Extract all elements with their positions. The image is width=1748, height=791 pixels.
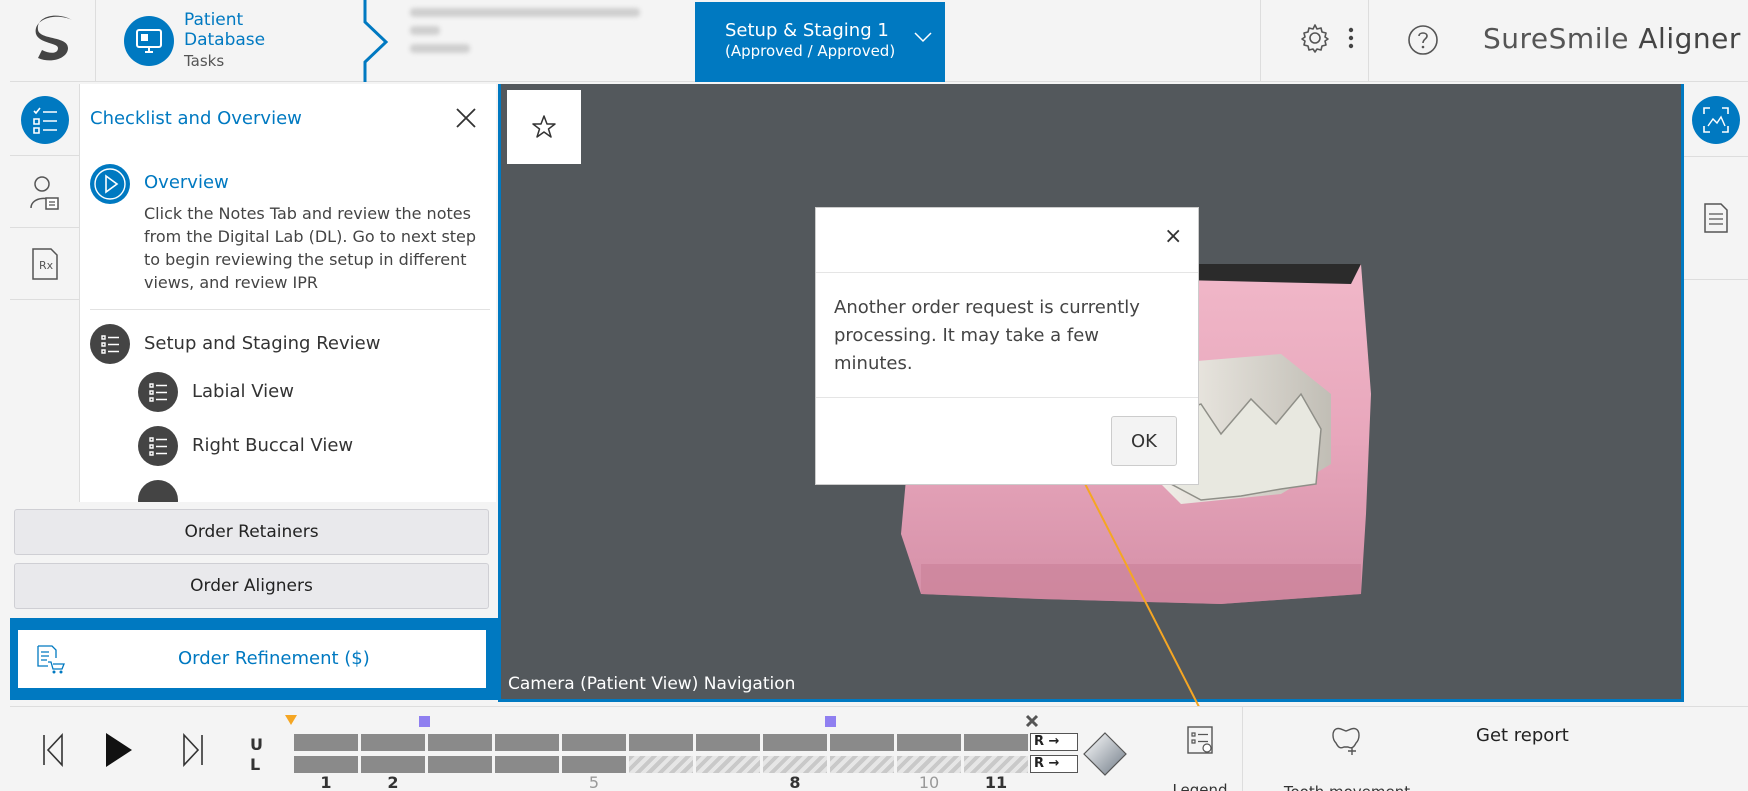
upper-stage-segment[interactable]	[964, 734, 1028, 751]
dialog-close-icon[interactable]: ×	[1164, 224, 1182, 249]
app-root: Patient Database Tasks Setup & Staging 1…	[0, 0, 1748, 791]
image-view-rail-button[interactable]	[1684, 84, 1748, 156]
upper-retainer-label: R →	[1030, 733, 1078, 751]
tooth-movement-label: Tooth movement	[1272, 783, 1422, 791]
upper-stage-segment[interactable]	[562, 734, 626, 751]
stage-tick: 5	[588, 773, 600, 791]
get-report-button[interactable]: Get report	[1476, 725, 1569, 746]
lower-arch-label: L	[250, 755, 261, 774]
processing-dialog: × Another order request is currently pro…	[815, 207, 1199, 485]
lower-stage-segment[interactable]	[294, 756, 358, 773]
retainer-diamond-icon[interactable]	[1082, 731, 1128, 777]
stage-tick: 2	[387, 773, 399, 791]
lower-stage-segment[interactable]	[495, 756, 559, 773]
stage-tick: 10	[918, 773, 940, 791]
notes-rail-button[interactable]	[1684, 156, 1748, 280]
upper-arch-label: U	[250, 735, 263, 754]
upper-stage-segment[interactable]	[294, 734, 358, 751]
remove-stage-icon[interactable]	[1025, 714, 1039, 728]
lower-stage-segment[interactable]	[629, 756, 693, 773]
upper-stage-segment[interactable]	[629, 734, 693, 751]
stage-tick: 11	[984, 773, 1008, 791]
current-stage-marker-icon[interactable]	[285, 715, 297, 725]
upper-stage-segment[interactable]	[696, 734, 760, 751]
tooth-move-icon	[1332, 727, 1360, 755]
play-icon[interactable]	[104, 733, 134, 767]
document-icon	[1704, 203, 1728, 233]
tooth-movement-button[interactable]: Tooth movement	[1272, 725, 1422, 791]
upper-stage-segment[interactable]	[495, 734, 559, 751]
skip-to-end-icon[interactable]	[180, 733, 206, 767]
legend-label: Legend	[1172, 781, 1228, 791]
stage-marker[interactable]	[825, 716, 836, 727]
staging-timeline-bar: U L R → R → 1 2 5 8 10 11 Legend Tooth m…	[10, 706, 1748, 791]
legend-button[interactable]: Legend	[1170, 725, 1230, 791]
dialog-message: Another order request is currently proce…	[834, 297, 1140, 374]
lower-stage-segment[interactable]	[696, 756, 760, 773]
lower-stage-segment[interactable]	[897, 756, 961, 773]
dialog-ok-button[interactable]: OK	[1111, 416, 1177, 466]
stage-tick: 8	[789, 773, 801, 791]
lower-stage-segment[interactable]	[562, 756, 626, 773]
upper-stage-segment[interactable]	[897, 734, 961, 751]
upper-stage-segment[interactable]	[763, 734, 827, 751]
lower-stage-segment[interactable]	[830, 756, 894, 773]
stage-tick: 1	[320, 773, 332, 791]
lower-retainer-label: R →	[1030, 755, 1078, 773]
lower-stage-segment[interactable]	[428, 756, 492, 773]
upper-stage-segment[interactable]	[428, 734, 492, 751]
stage-marker[interactable]	[419, 716, 430, 727]
right-icon-rail	[1684, 84, 1748, 702]
legend-icon	[1187, 726, 1213, 754]
skip-to-start-icon[interactable]	[40, 733, 66, 767]
lower-stage-segment[interactable]	[361, 756, 425, 773]
upper-stage-segment[interactable]	[830, 734, 894, 751]
lower-stage-segment[interactable]	[763, 756, 827, 773]
upper-stage-segment[interactable]	[361, 734, 425, 751]
image-capture-icon	[1692, 96, 1740, 144]
lower-stage-segment[interactable]	[964, 756, 1028, 773]
